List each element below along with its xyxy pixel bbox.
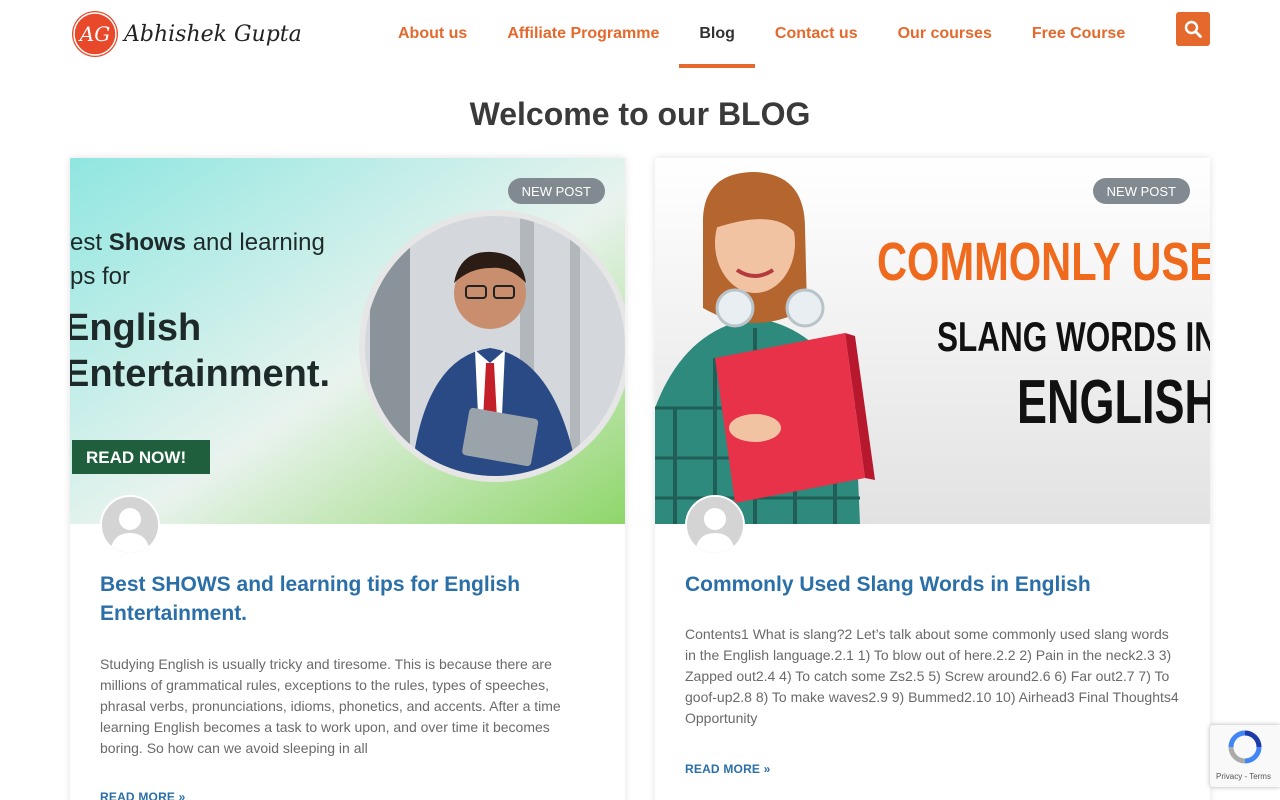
user-icon bbox=[687, 497, 743, 553]
recaptcha-icon bbox=[1228, 730, 1262, 764]
new-post-badge: NEW POST bbox=[507, 178, 605, 204]
post-title[interactable]: Best SHOWS and learning tips for English… bbox=[100, 570, 595, 628]
site-logo[interactable]: AG Abhishek Gupta bbox=[72, 8, 302, 60]
post-thumbnail[interactable]: est Shows and learning ps for English En… bbox=[70, 158, 625, 524]
recaptcha-privacy-terms[interactable]: Privacy - Terms bbox=[1216, 772, 1271, 781]
svg-text:ps for: ps for bbox=[70, 263, 130, 290]
nav-about-us[interactable]: About us bbox=[378, 0, 487, 68]
page-title: Welcome to our BLOG bbox=[469, 96, 811, 132]
search-button[interactable] bbox=[1176, 12, 1210, 46]
logo-mark: AG bbox=[72, 11, 118, 57]
svg-text:AG: AG bbox=[78, 22, 110, 46]
main-nav: About us Affiliate Programme Blog Contac… bbox=[378, 0, 1145, 70]
post-thumbnail[interactable]: COMMONLY USE SLANG WORDS IN ENGLISH NEW … bbox=[655, 158, 1210, 524]
logo-text: Abhishek Gupta bbox=[124, 21, 302, 47]
svg-text:READ NOW!: READ NOW! bbox=[86, 448, 186, 467]
read-more-link[interactable]: READ MORE » bbox=[100, 790, 186, 800]
nav-blog[interactable]: Blog bbox=[679, 0, 755, 68]
site-header: AG Abhishek Gupta About us Affiliate Pro… bbox=[0, 0, 1280, 70]
post-card: est Shows and learning ps for English En… bbox=[70, 158, 625, 800]
nav-our-courses[interactable]: Our courses bbox=[878, 0, 1012, 68]
read-more-link[interactable]: READ MORE » bbox=[685, 762, 771, 776]
nav-free-course[interactable]: Free Course bbox=[1012, 0, 1145, 68]
svg-text:Entertainment.: Entertainment. bbox=[70, 353, 330, 395]
search-icon bbox=[1184, 20, 1202, 38]
svg-text:COMMONLY USE: COMMONLY USE bbox=[877, 232, 1210, 292]
svg-text:English: English bbox=[70, 307, 201, 349]
nav-contact-us[interactable]: Contact us bbox=[755, 0, 878, 68]
author-avatar bbox=[685, 495, 745, 555]
post-title[interactable]: Commonly Used Slang Words in English bbox=[685, 570, 1180, 599]
author-avatar bbox=[100, 495, 160, 555]
recaptcha-badge[interactable]: Privacy - Terms bbox=[1210, 725, 1280, 787]
new-post-badge: NEW POST bbox=[1092, 178, 1190, 204]
user-icon bbox=[102, 497, 158, 553]
post-card: COMMONLY USE SLANG WORDS IN ENGLISH NEW … bbox=[655, 158, 1210, 800]
post-excerpt: Studying English is usually tricky and t… bbox=[100, 656, 561, 756]
nav-affiliate-programme[interactable]: Affiliate Programme bbox=[487, 0, 679, 68]
svg-text:ENGLISH: ENGLISH bbox=[1017, 368, 1210, 437]
post-excerpt: Contents1 What is slang?2 Let’s talk abo… bbox=[685, 626, 1179, 726]
svg-text:SLANG WORDS IN: SLANG WORDS IN bbox=[937, 313, 1210, 360]
svg-text:est Shows and learning: est Shows and learning bbox=[70, 229, 325, 256]
